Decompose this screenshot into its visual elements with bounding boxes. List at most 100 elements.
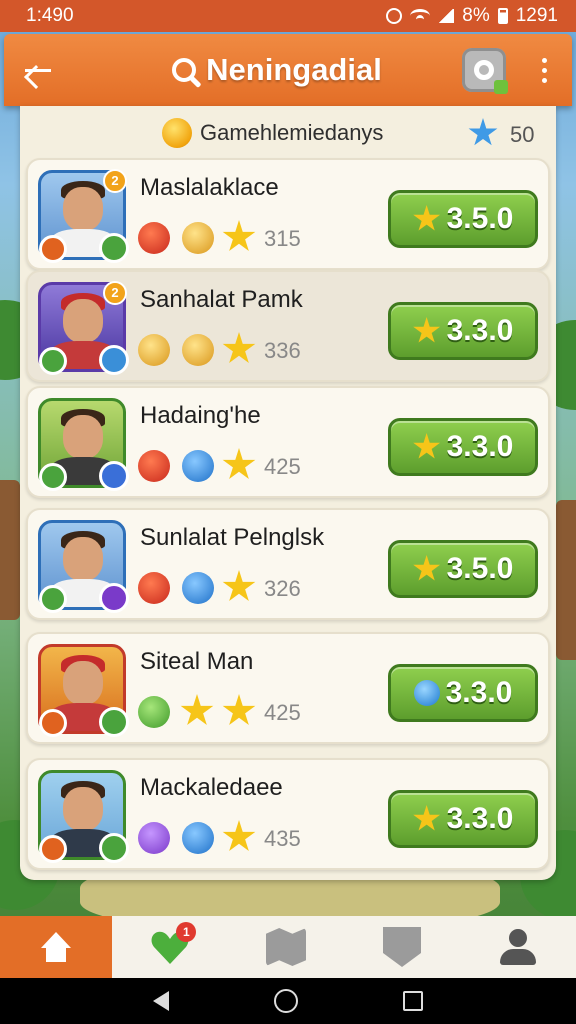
- blue-badge-icon: [99, 345, 129, 375]
- gear-icon: [474, 60, 494, 80]
- score-value: 3.5.0: [446, 202, 514, 235]
- rank-badge: 2: [103, 281, 127, 305]
- star-icon: [222, 332, 256, 363]
- green-star-badge-icon: [99, 707, 129, 737]
- player-count: 315: [264, 226, 301, 251]
- red-medal-icon: [138, 222, 170, 254]
- bottom-nav: 1: [0, 916, 576, 978]
- star-icon: [180, 694, 214, 725]
- green-star-badge-icon: [99, 233, 129, 263]
- nav-favorites[interactable]: 1: [112, 916, 228, 978]
- status-icons: 8% 1291: [386, 5, 558, 27]
- back-button[interactable]: [4, 34, 72, 106]
- avatar: 2: [38, 169, 129, 263]
- score-value: 3.3.0: [446, 430, 514, 463]
- score-button[interactable]: 3.3.0: [388, 418, 538, 476]
- score-button[interactable]: 3.3.0: [388, 790, 538, 848]
- coin-icon: [162, 118, 192, 148]
- avatar: [38, 520, 129, 613]
- avatar: [38, 398, 129, 491]
- player-name: Sanhalat Pamk: [140, 286, 303, 313]
- star-icon: [222, 820, 256, 851]
- star-icon: [222, 694, 256, 725]
- app-bar: Neningadial: [4, 34, 572, 106]
- star-icon: [413, 433, 441, 459]
- player-row[interactable]: 2 Maslalaklace 315 3.5.0: [26, 158, 550, 270]
- player-count: 435: [264, 826, 301, 851]
- more-dot-icon: [541, 67, 547, 73]
- star-icon: [222, 448, 256, 479]
- panel-subtitle: Gamehlemiedanys: [200, 120, 384, 145]
- star-icon: [413, 555, 441, 581]
- notification-badge: 1: [176, 922, 197, 942]
- green-medal-icon: [138, 696, 170, 728]
- battery-icon: [497, 8, 508, 24]
- back-arrow-icon: [25, 68, 51, 72]
- player-name: Siteal Man: [140, 648, 254, 675]
- player-name: Sunlalat Pelnglsk: [140, 524, 325, 551]
- rank-badge: 2: [103, 169, 127, 193]
- leaderboard-panel: Gamehlemiedanys 50 2 Maslalaklace 315 3.…: [20, 106, 556, 880]
- player-count: 425: [264, 454, 301, 479]
- score-button[interactable]: 3.5.0: [388, 540, 538, 598]
- nav-map[interactable]: [228, 916, 344, 978]
- green-badge-icon: [99, 833, 129, 863]
- blue-star-icon: [468, 118, 498, 146]
- avatar: 2: [38, 281, 129, 375]
- settings-button[interactable]: [462, 48, 508, 94]
- star-icon: [222, 570, 256, 601]
- player-row[interactable]: 2 Sanhalat Pamk 336 3.3.0: [26, 270, 550, 382]
- search-icon[interactable]: [172, 58, 197, 82]
- gem-count: 50: [510, 122, 535, 147]
- score-value: 3.5.0: [446, 552, 514, 585]
- blue-medal-icon: [182, 572, 214, 604]
- score-button[interactable]: 3.3.0: [388, 664, 538, 722]
- red-medal-icon: [138, 572, 170, 604]
- player-count: 425: [264, 700, 301, 725]
- more-dot-icon: [541, 57, 547, 63]
- orange-badge-icon: [39, 835, 67, 863]
- system-home-icon[interactable]: [273, 989, 298, 1013]
- player-count: 336: [264, 338, 301, 363]
- more-dot-icon: [541, 77, 547, 83]
- player-name: Maslalaklace: [140, 174, 279, 201]
- star-icon: [222, 220, 256, 251]
- gold-star-medal-icon: [182, 222, 214, 254]
- score-button[interactable]: 3.5.0: [388, 190, 538, 248]
- player-row[interactable]: Sunlalat Pelnglsk 326 3.5.0: [26, 508, 550, 620]
- nav-profile[interactable]: [460, 916, 576, 978]
- system-recents-icon[interactable]: [403, 991, 424, 1011]
- signal-icon: [438, 9, 455, 23]
- score-button[interactable]: 3.3.0: [388, 302, 538, 360]
- map-icon: [266, 928, 306, 966]
- green-badge-icon: [39, 585, 67, 613]
- blue-gem-icon: [413, 680, 440, 706]
- more-menu-button[interactable]: [524, 34, 564, 106]
- avatar: [38, 770, 129, 863]
- panel-header: Gamehlemiedanys 50: [20, 106, 556, 158]
- score-value: 3.3.0: [446, 314, 514, 347]
- orange-badge-icon: [39, 235, 67, 263]
- gold-medal-icon: [138, 334, 170, 366]
- nav-home[interactable]: [0, 916, 112, 978]
- blue-medal-icon: [182, 822, 214, 854]
- leaf-icon: [494, 80, 508, 94]
- star-icon: [413, 205, 441, 231]
- nav-shield[interactable]: [344, 916, 460, 978]
- purple-medal-icon: [138, 822, 170, 854]
- status-extra: 1291: [515, 5, 558, 26]
- player-row[interactable]: Hadaing'he 425 3.3.0: [26, 386, 550, 498]
- purple-star-badge-icon: [99, 583, 129, 613]
- app-title-wrap: Neningadial: [92, 52, 462, 88]
- red-medal-icon: [138, 450, 170, 482]
- system-nav-bar: [0, 978, 576, 1024]
- orange-badge-icon: [39, 709, 67, 737]
- score-value: 3.3.0: [445, 676, 513, 709]
- player-row[interactable]: Mackaledaee 435 3.3.0: [26, 758, 550, 870]
- status-time: 1:490: [26, 5, 74, 26]
- player-row[interactable]: Siteal Man 425 3.3.0: [26, 632, 550, 744]
- app-title: Neningadial: [206, 52, 382, 87]
- system-back-icon[interactable]: [152, 991, 169, 1011]
- avatar: [38, 644, 129, 737]
- shield-icon: [383, 927, 421, 967]
